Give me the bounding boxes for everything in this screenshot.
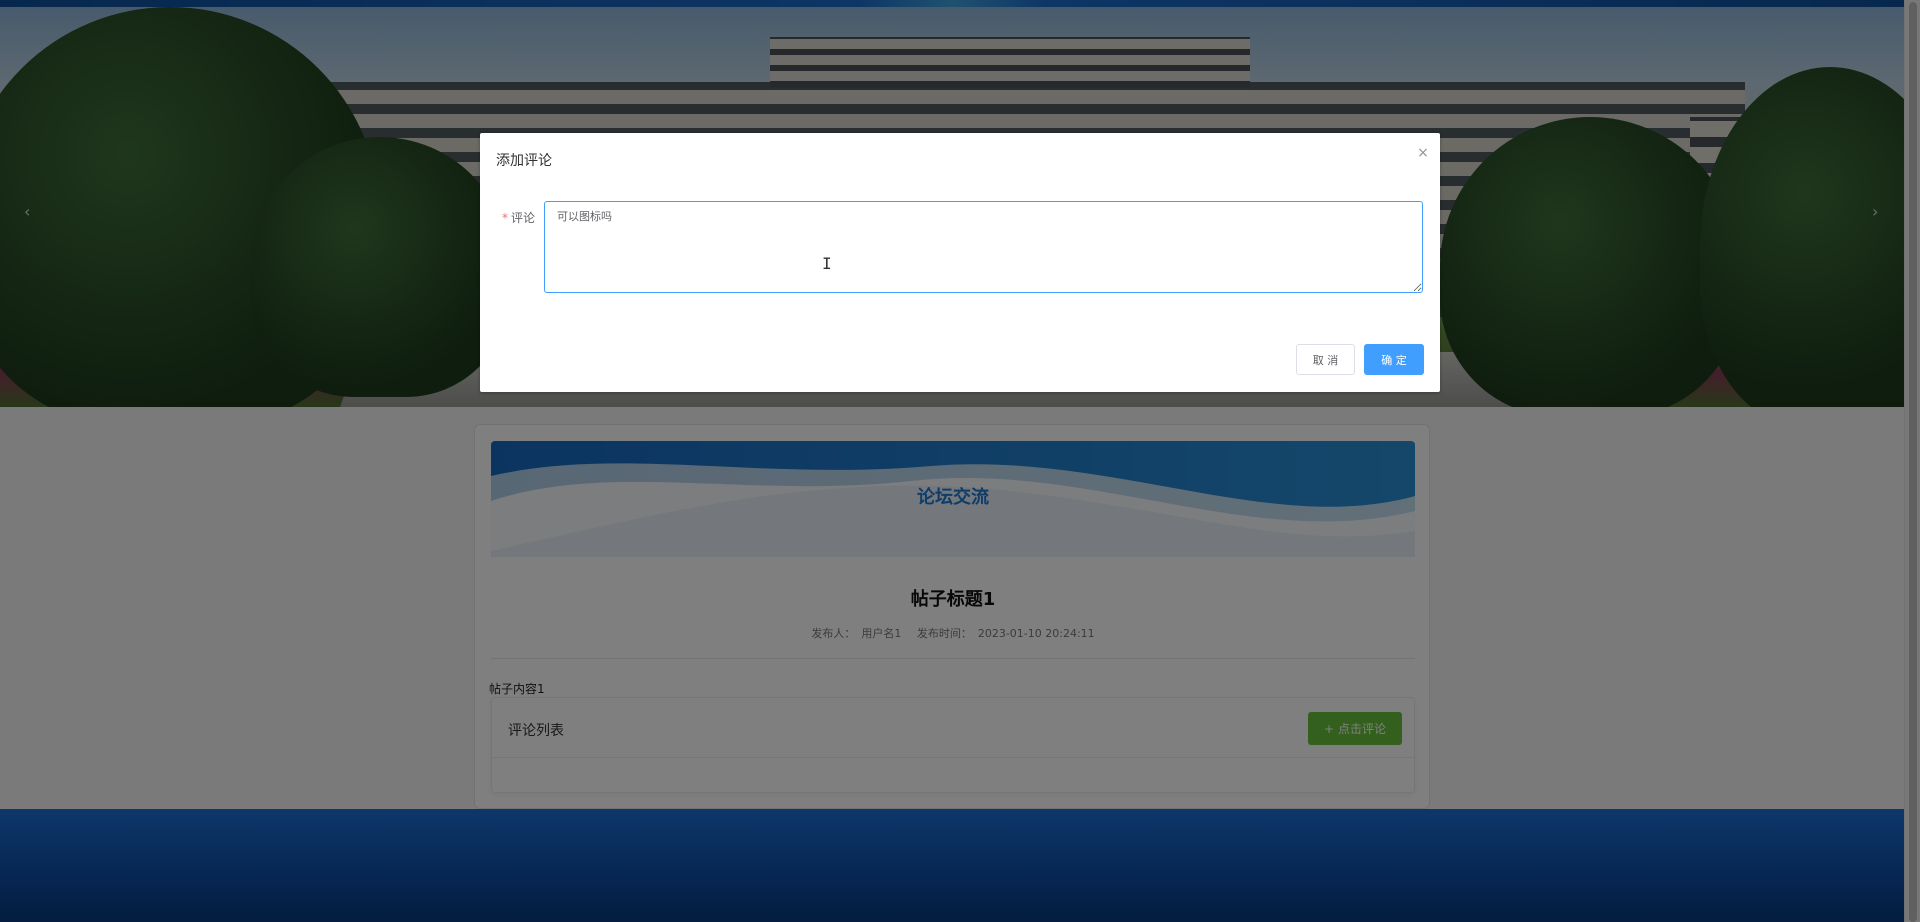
dialog-title: 添加评论: [496, 153, 552, 169]
page: ‹ › 论坛交流: [0, 0, 1920, 922]
required-mark: *: [502, 211, 508, 225]
comment-label-text: 评论: [511, 211, 536, 225]
comment-textarea[interactable]: 可以图标吗: [544, 201, 1423, 293]
cancel-button[interactable]: 取 消: [1296, 344, 1355, 375]
add-comment-dialog: 添加评论 × * 评论 可以图标吗 取 消 确 定: [480, 133, 1440, 392]
confirm-button[interactable]: 确 定: [1364, 344, 1424, 375]
comment-field-label: * 评论: [502, 209, 535, 226]
close-icon[interactable]: ×: [1415, 145, 1431, 161]
